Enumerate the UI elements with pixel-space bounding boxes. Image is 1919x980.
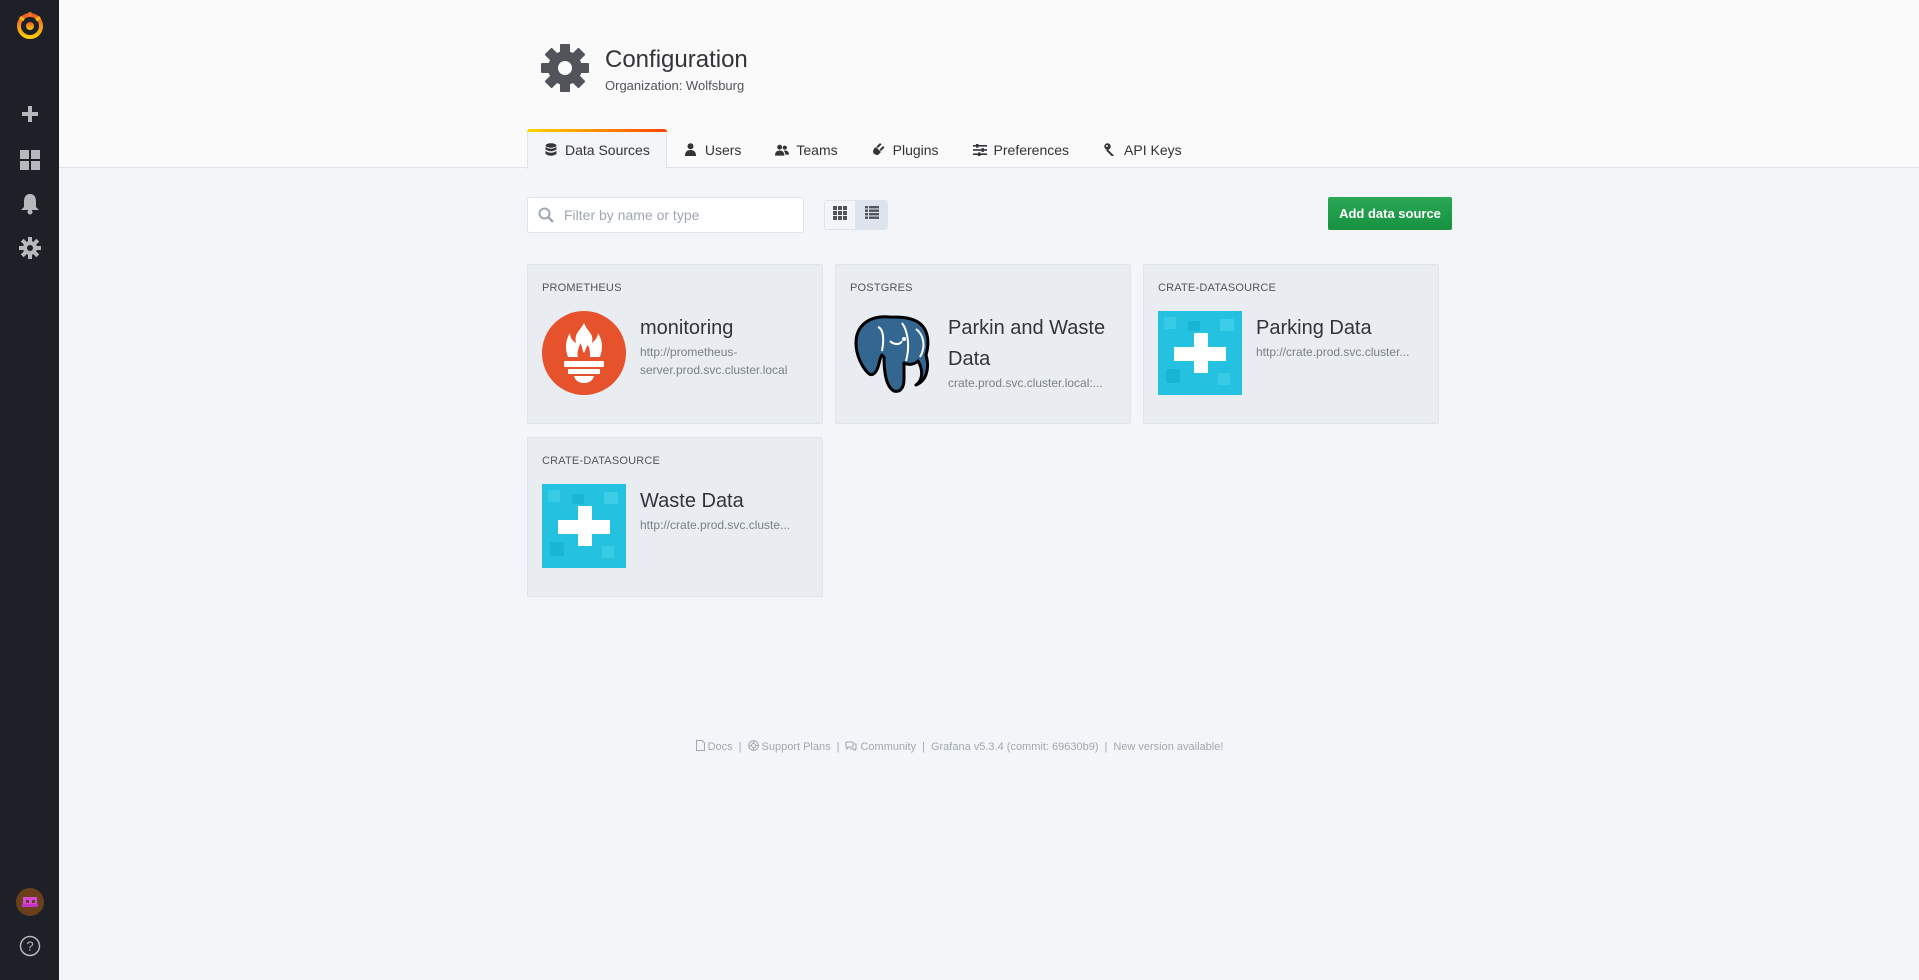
footer-docs-label: Docs bbox=[707, 741, 733, 753]
svg-text:?: ? bbox=[26, 939, 33, 954]
users-icon bbox=[775, 143, 790, 157]
datasource-card[interactable]: PROMETHEUS monitoring http://prometheus-… bbox=[527, 264, 823, 424]
datasource-name: Parkin and Waste Data bbox=[948, 317, 1106, 370]
datasource-card[interactable]: CRATE-DATASOURCE Waste Data http://crate… bbox=[527, 437, 823, 597]
footer: Docs | Support Plans | Community | Grafa… bbox=[0, 740, 1919, 754]
alerting-bell-icon[interactable] bbox=[0, 182, 59, 226]
comments-icon bbox=[845, 741, 857, 754]
search-icon bbox=[528, 197, 564, 233]
page-subtitle: Organization: Wolfsburg bbox=[605, 78, 745, 93]
postgres-elephant-icon bbox=[850, 311, 934, 395]
footer-version: Grafana v5.3.4 (commit: 69630b9) bbox=[930, 741, 1099, 753]
prometheus-logo-icon bbox=[542, 311, 626, 395]
datasource-type: POSTGRES bbox=[850, 282, 913, 294]
datasource-name: Parking Data bbox=[1256, 317, 1372, 339]
datasource-url: crate.prod.svc.cluster.local:... bbox=[948, 376, 1103, 390]
footer-separator: | bbox=[1104, 741, 1108, 753]
datasource-url: http://crate.prod.svc.cluster... bbox=[1256, 345, 1410, 359]
search-box bbox=[527, 197, 804, 233]
datasource-type: CRATE-DATASOURCE bbox=[1158, 282, 1277, 294]
list-view-button[interactable] bbox=[856, 200, 888, 230]
tab-teams[interactable]: Teams bbox=[758, 129, 854, 169]
tab-label: Preferences bbox=[993, 141, 1070, 158]
plug-icon bbox=[872, 143, 886, 157]
configuration-gear-icon[interactable] bbox=[0, 226, 59, 270]
database-icon bbox=[544, 142, 558, 157]
document-icon bbox=[695, 740, 705, 754]
page-header: Configuration Organization: Wolfsburg Da… bbox=[59, 0, 1919, 170]
add-data-source-button[interactable]: Add data source bbox=[1328, 197, 1452, 230]
crate-logo-icon bbox=[542, 484, 626, 568]
key-icon bbox=[1103, 143, 1117, 157]
tab-users[interactable]: Users bbox=[667, 129, 759, 169]
footer-support-link[interactable]: Support Plans bbox=[747, 740, 831, 754]
help-icon[interactable]: ? bbox=[0, 924, 59, 968]
footer-update-link[interactable]: New version available! bbox=[1113, 741, 1223, 753]
list-icon bbox=[865, 206, 879, 224]
layout-toggle bbox=[824, 200, 888, 230]
datasource-type: PROMETHEUS bbox=[542, 282, 622, 294]
user-avatar-icon[interactable] bbox=[0, 880, 59, 924]
grafana-logo-icon[interactable] bbox=[0, 4, 59, 48]
footer-separator: | bbox=[738, 741, 742, 753]
create-plus-icon[interactable] bbox=[0, 92, 59, 136]
tab-api-keys[interactable]: API Keys bbox=[1086, 129, 1199, 169]
sidebar: ? bbox=[0, 0, 59, 980]
config-tabs: Data Sources Users Teams Plugins Prefere… bbox=[527, 129, 1199, 170]
footer-separator: | bbox=[922, 741, 925, 753]
page-title: Configuration bbox=[605, 46, 748, 73]
tab-data-sources[interactable]: Data Sources bbox=[527, 129, 667, 170]
footer-community-link[interactable]: Community bbox=[845, 741, 916, 754]
datasource-name: monitoring bbox=[640, 317, 734, 339]
tab-label: Plugins bbox=[892, 141, 939, 158]
footer-docs-link[interactable]: Docs bbox=[695, 740, 733, 754]
tab-label: Data Sources bbox=[565, 141, 650, 158]
support-lifebuoy-icon bbox=[747, 740, 759, 754]
grid-icon bbox=[833, 205, 847, 225]
datasource-name: Waste Data bbox=[640, 490, 744, 512]
tab-label: Users bbox=[704, 141, 742, 158]
datasource-url: http://prometheus-server.prod.svc.cluste… bbox=[640, 345, 788, 377]
grid-view-button[interactable] bbox=[824, 200, 856, 230]
tab-preferences[interactable]: Preferences bbox=[956, 129, 1086, 169]
footer-support-label: Support Plans bbox=[761, 741, 831, 753]
sliders-icon bbox=[972, 143, 987, 157]
datasource-card[interactable]: CRATE-DATASOURCE Parking Data http://cra… bbox=[1143, 264, 1439, 424]
tab-label: Teams bbox=[796, 141, 838, 158]
user-icon bbox=[684, 143, 698, 157]
crate-logo-icon bbox=[1158, 311, 1242, 395]
tab-label: API Keys bbox=[1124, 141, 1182, 158]
search-input[interactable] bbox=[564, 207, 794, 223]
dashboards-icon[interactable] bbox=[0, 138, 59, 182]
datasource-card[interactable]: POSTGRES Parkin and Waste Data crate.pro… bbox=[835, 264, 1131, 424]
footer-community-label: Community bbox=[860, 741, 917, 753]
tab-plugins[interactable]: Plugins bbox=[855, 129, 956, 169]
datasource-type: CRATE-DATASOURCE bbox=[542, 455, 661, 467]
footer-separator: | bbox=[836, 741, 840, 753]
datasource-url: http://crate.prod.svc.cluste... bbox=[640, 518, 791, 532]
configuration-gear-icon bbox=[539, 42, 591, 94]
